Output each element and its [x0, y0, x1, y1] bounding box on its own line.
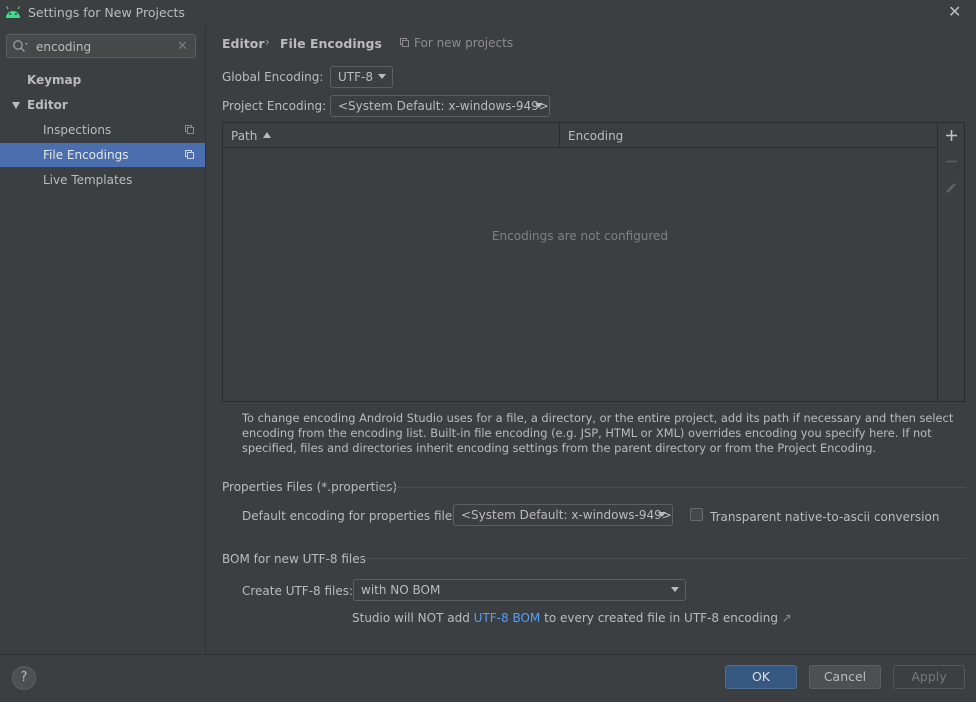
project-scope-icon — [185, 150, 194, 159]
column-header-encoding[interactable]: Encoding — [568, 129, 623, 143]
settings-sidebar — [0, 25, 206, 654]
transparent-conversion-label[interactable]: Transparent native-to-ascii conversion — [710, 510, 939, 524]
bom-section-title: BOM for new UTF-8 files — [222, 552, 366, 566]
bom-note-prefix: Studio will NOT add — [352, 611, 470, 625]
dropdown-arrow-icon — [535, 103, 543, 108]
add-icon[interactable] — [943, 128, 960, 143]
column-header-path[interactable]: Path — [231, 129, 257, 143]
project-scope-icon — [185, 125, 194, 134]
section-divider — [380, 487, 966, 488]
apply-button[interactable]: Apply — [893, 665, 965, 689]
bom-note-suffix: to every created file in UTF-8 encoding — [544, 611, 778, 625]
ok-button[interactable]: OK — [725, 665, 797, 689]
properties-encoding-combo[interactable]: <System Default: x-windows-949> — [453, 504, 673, 526]
help-button[interactable]: ? — [12, 666, 36, 690]
global-encoding-label: Global Encoding: — [222, 70, 324, 84]
create-utf8-value: with NO BOM — [361, 583, 441, 597]
edit-icon[interactable] — [943, 180, 960, 195]
scope-label: For new projects — [414, 36, 514, 50]
encoding-mappings-table[interactable] — [222, 122, 938, 402]
expand-arrow-icon[interactable] — [11, 100, 21, 110]
project-encoding-value: <System Default: x-windows-949> — [338, 99, 549, 113]
search-input-value: encoding — [36, 40, 92, 54]
close-icon[interactable]: ✕ — [948, 2, 961, 21]
table-empty-message: Encodings are not configured — [491, 229, 669, 243]
properties-encoding-value: <System Default: x-windows-949> — [461, 508, 672, 522]
sidebar-item-live-templates[interactable]: Live Templates — [43, 173, 132, 187]
search-icon — [13, 40, 28, 52]
sidebar-item-inspections[interactable]: Inspections — [43, 123, 111, 137]
utf8-bom-link[interactable]: UTF-8 BOM — [474, 611, 541, 625]
external-link-icon[interactable]: ↗ — [782, 611, 792, 625]
global-encoding-value: UTF-8 — [338, 70, 373, 84]
section-divider — [360, 558, 966, 559]
transparent-conversion-checkbox[interactable] — [690, 508, 703, 521]
dropdown-arrow-icon — [658, 512, 666, 517]
project-encoding-label: Project Encoding: — [222, 99, 327, 113]
create-utf8-label: Create UTF-8 files: — [242, 584, 354, 598]
cancel-button[interactable]: Cancel — [809, 665, 881, 689]
android-studio-icon — [5, 6, 21, 18]
sidebar-item-editor[interactable]: Editor — [27, 98, 68, 112]
breadcrumb-chevron-icon: › — [265, 35, 270, 49]
dropdown-arrow-icon — [671, 587, 679, 592]
window-title: Settings for New Projects — [28, 5, 185, 20]
settings-search-input[interactable] — [6, 34, 196, 58]
column-separator[interactable] — [559, 123, 560, 147]
project-encoding-combo[interactable]: <System Default: x-windows-949> — [330, 95, 550, 117]
bom-note: Studio will NOT add UTF-8 BOM to every c… — [352, 611, 792, 625]
sidebar-item-keymap[interactable]: Keymap — [27, 73, 81, 87]
sort-ascending-icon — [263, 132, 271, 138]
properties-default-label: Default encoding for properties files: — [242, 509, 463, 523]
breadcrumb-file-encodings: File Encodings — [280, 36, 382, 51]
breadcrumb-editor[interactable]: Editor — [222, 36, 265, 51]
sidebar-item-file-encodings[interactable]: File Encodings — [43, 148, 128, 162]
global-encoding-combo[interactable]: UTF-8 — [330, 66, 393, 88]
dropdown-arrow-icon — [378, 74, 386, 79]
properties-section-title: Properties Files (*.properties) — [222, 480, 398, 494]
encoding-help-text: To change encoding Android Studio uses f… — [242, 411, 954, 455]
create-utf8-combo[interactable]: with NO BOM — [353, 579, 686, 601]
project-scope-icon — [400, 38, 409, 47]
clear-search-icon[interactable]: ✕ — [177, 39, 188, 54]
remove-icon[interactable] — [943, 154, 960, 169]
